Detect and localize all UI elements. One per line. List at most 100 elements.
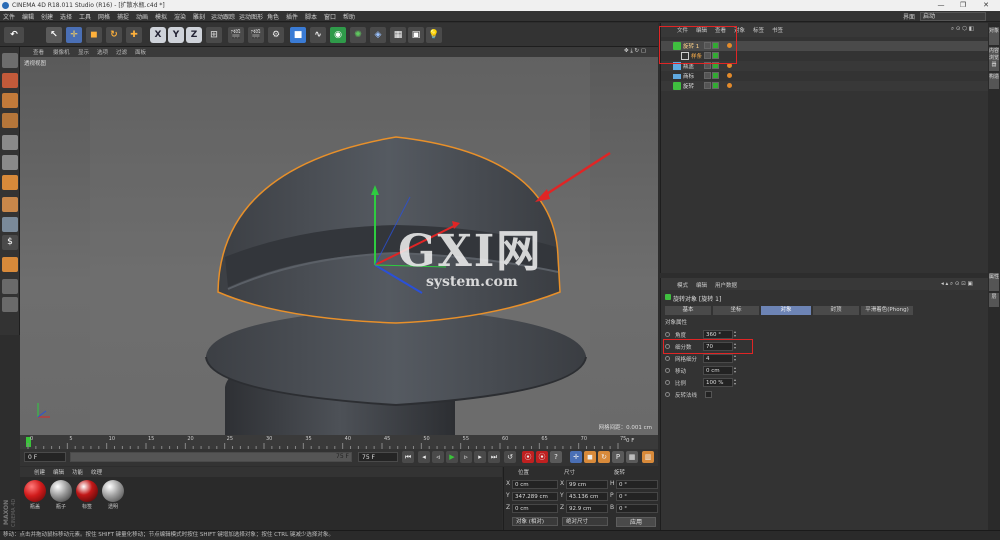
subdivision-surface-icon[interactable]: ◉	[330, 27, 346, 43]
menu-mograph[interactable]: 运动图形	[239, 12, 263, 21]
paint-icon[interactable]	[2, 257, 18, 272]
menu-animate[interactable]: 动画	[136, 12, 148, 21]
tab-coord[interactable]: 坐标	[713, 306, 759, 315]
timeline-ruler[interactable]: 0 5 10 15 20 25 30 35 40 45 50 55 60 65 70 75 0 F	[20, 435, 658, 449]
key-pla-button[interactable]: ▦	[626, 451, 638, 463]
menu-edit[interactable]: 编辑	[22, 12, 34, 21]
pos-y-field[interactable]: 347.289 cm	[512, 492, 558, 501]
menu-motion-tracker[interactable]: 运动跟踪	[211, 12, 235, 21]
key-position-button[interactable]: ✛	[570, 451, 582, 463]
side-tab-content-browser[interactable]: 内容浏览器	[989, 47, 999, 71]
mesh-subdivision-input[interactable]: 4	[703, 354, 733, 363]
x-axis-lock-button[interactable]: X	[150, 27, 166, 43]
scale-icon[interactable]: ◼	[86, 27, 102, 43]
rot-b-field[interactable]: 0 °	[616, 504, 658, 513]
timeline-window-button[interactable]: ▥	[642, 451, 654, 463]
camera-icon[interactable]: ▣	[408, 27, 424, 43]
keyframe-selection-button[interactable]: ?	[550, 451, 562, 463]
animate-bullet[interactable]	[665, 392, 670, 397]
size-mode-dropdown[interactable]: 绝对尺寸	[562, 517, 608, 526]
material-menu-function[interactable]: 功能	[72, 468, 83, 476]
render-picture-viewer-icon[interactable]: 🎬	[248, 27, 264, 43]
auto-key-button[interactable]: ⦿	[536, 451, 548, 463]
object-name[interactable]: 旋转	[683, 82, 694, 90]
polygons-mode-icon[interactable]	[2, 175, 18, 190]
menu-snap[interactable]: 捕捉	[117, 12, 129, 21]
prev-frame-button[interactable]: ◃	[432, 451, 444, 463]
viewport-nav-icon[interactable]: ✥ ⤓ ↻ ▢	[624, 48, 646, 55]
floor-icon[interactable]: ▦	[390, 27, 406, 43]
tab-phong[interactable]: 平滑着色(Phong)	[861, 306, 913, 315]
menu-simulate[interactable]: 模拟	[155, 12, 167, 21]
object-row-lathe[interactable]: 旋转	[661, 81, 989, 91]
frame-range-slider[interactable]	[70, 452, 352, 462]
rot-h-field[interactable]: 0 °	[616, 480, 658, 489]
undo-icon[interactable]: ↶	[4, 27, 24, 43]
next-key-button[interactable]: ▸	[474, 451, 486, 463]
menu-script[interactable]: 脚本	[305, 12, 317, 21]
texture-mode-icon[interactable]	[2, 93, 18, 108]
menu-window[interactable]: 窗口	[324, 12, 336, 21]
move-input[interactable]: 0 cm	[703, 366, 733, 375]
material-swatch[interactable]: 瓶子	[49, 480, 73, 514]
menu-help[interactable]: 帮助	[343, 12, 355, 21]
material-menu-create[interactable]: 创建	[34, 468, 45, 476]
cloner-icon[interactable]: ✺	[350, 27, 366, 43]
render-view-icon[interactable]: 🎬	[228, 27, 244, 43]
menu-character[interactable]: 角色	[267, 12, 279, 21]
model-mode-icon[interactable]	[2, 73, 18, 88]
viewport-menu-camera[interactable]: 摄像机	[53, 48, 70, 56]
material-menu-texture[interactable]: 纹理	[91, 468, 102, 476]
tab-object[interactable]: 对象	[761, 306, 811, 315]
close-button[interactable]: ✕	[975, 0, 997, 11]
y-axis-lock-button[interactable]: Y	[168, 27, 184, 43]
viewport-menu-display[interactable]: 显示	[78, 48, 89, 56]
key-scale-button[interactable]: ◼	[584, 451, 596, 463]
layout-select[interactable]: 启动	[920, 12, 986, 21]
points-mode-icon[interactable]	[2, 135, 18, 150]
side-tab-objects[interactable]: 对象	[989, 27, 999, 45]
animate-bullet[interactable]	[665, 380, 670, 385]
scale-stepper[interactable]: ▴ ▾	[734, 378, 738, 387]
viewport-menu-options[interactable]: 选项	[97, 48, 108, 56]
viewport-menu-panel[interactable]: 面板	[135, 48, 146, 56]
mesh-subdivision-stepper[interactable]: ▴ ▾	[734, 354, 738, 363]
rotate-icon[interactable]: ↻	[106, 27, 122, 43]
spline-pen-icon[interactable]: ∿	[310, 27, 326, 43]
reverse-normals-checkbox[interactable]	[705, 391, 712, 398]
menu-sculpt[interactable]: 雕刻	[193, 12, 205, 21]
rot-p-field[interactable]: 0 °	[616, 492, 658, 501]
size-x-field[interactable]: 99 cm	[566, 480, 608, 489]
menu-select[interactable]: 选择	[60, 12, 72, 21]
maximize-button[interactable]: ❐	[952, 0, 974, 11]
coord-mode-dropdown[interactable]: 对象 (相对)	[512, 517, 558, 526]
material-swatch[interactable]: 透明	[101, 480, 125, 514]
workplane-icon[interactable]	[2, 279, 18, 294]
menu-mesh[interactable]: 网格	[98, 12, 110, 21]
angle-stepper[interactable]: ▴ ▾	[734, 330, 738, 339]
locked-workplane-icon[interactable]	[2, 297, 18, 312]
side-tab-layers[interactable]: 层	[989, 293, 999, 307]
menu-file[interactable]: 文件	[3, 12, 15, 21]
viewport-menu-filter[interactable]: 过滤	[116, 48, 127, 56]
am-menu-mode[interactable]: 模式	[677, 281, 688, 289]
apply-button[interactable]: 应用	[616, 517, 656, 527]
animate-bullet[interactable]	[665, 356, 670, 361]
current-frame-field[interactable]: 0 F	[24, 452, 66, 462]
move-stepper[interactable]: ▴ ▾	[734, 366, 738, 375]
side-tab-structure[interactable]: 构造	[989, 73, 999, 89]
loop-button[interactable]: ↺	[504, 451, 516, 463]
key-parameter-button[interactable]: P	[612, 451, 624, 463]
prev-key-button[interactable]: ◂	[418, 451, 430, 463]
material-tag-icon[interactable]	[727, 83, 732, 88]
snap-icon[interactable]: $	[2, 235, 18, 250]
coordinate-system-icon[interactable]: ⊞	[206, 27, 222, 43]
om-search-icon[interactable]: ⌕ ⊙ ⬡ ◧	[951, 26, 974, 33]
angle-input[interactable]: 360 °	[703, 330, 733, 339]
menu-create[interactable]: 创建	[41, 12, 53, 21]
material-swatch[interactable]: 标签	[75, 480, 99, 514]
menu-plugins[interactable]: 插件	[286, 12, 298, 21]
perspective-viewport[interactable]: 透视视图 GXI网 system.com 网格间距：0.001 cm	[20, 57, 658, 435]
goto-start-button[interactable]: ⏮	[402, 451, 414, 463]
make-editable-icon[interactable]	[2, 53, 18, 68]
